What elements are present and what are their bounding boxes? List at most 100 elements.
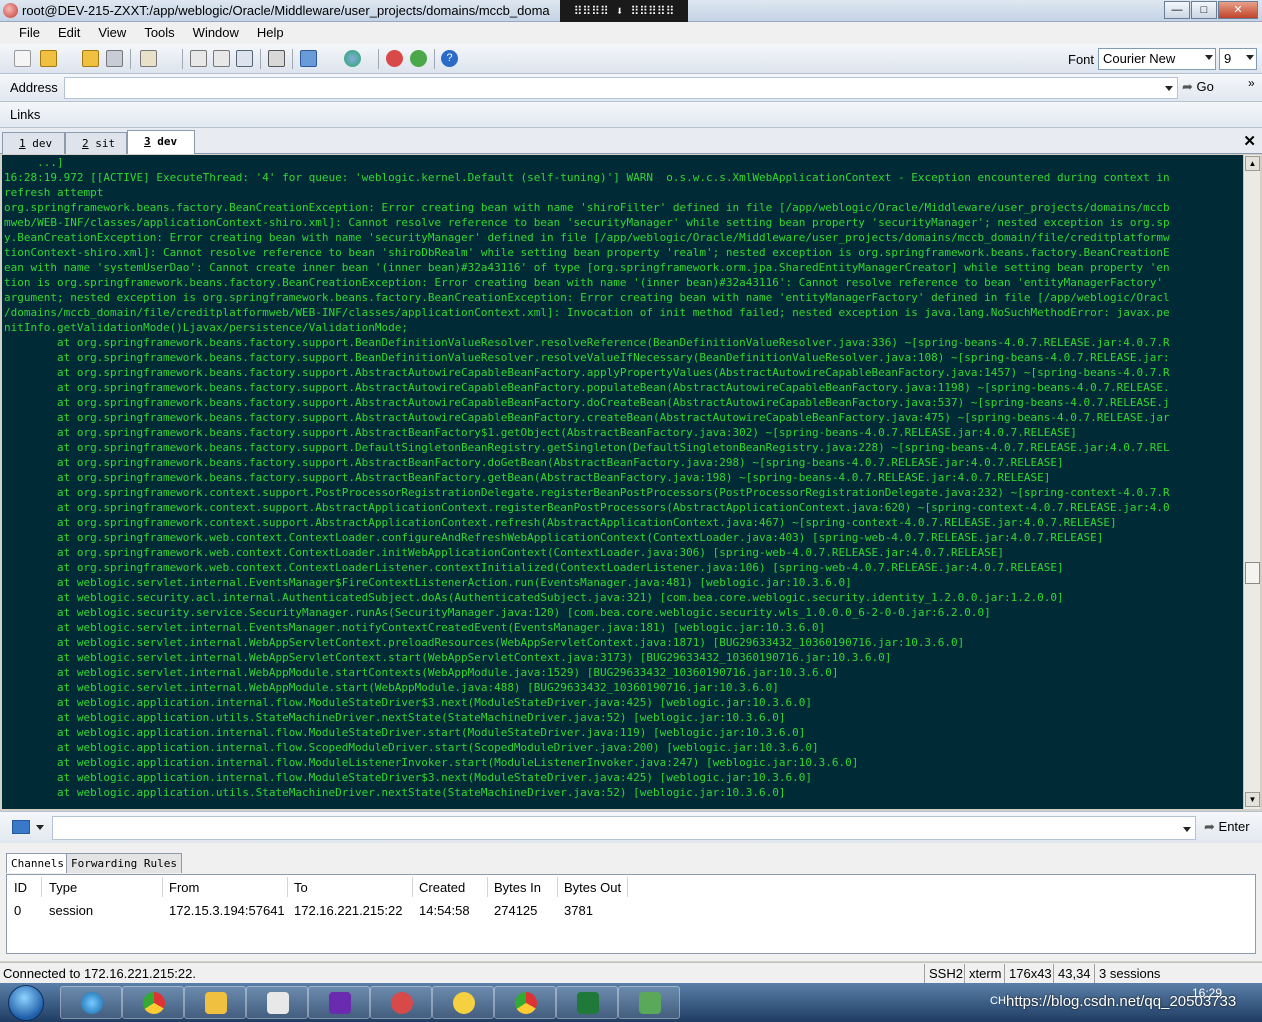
messenger-icon — [453, 992, 475, 1014]
tab-session-3[interactable]: 3 dev — [127, 130, 195, 154]
terminal-line: at org.springframework.beans.factory.sup… — [4, 411, 1170, 424]
open-folder-icon[interactable] — [40, 50, 57, 67]
chrome-icon — [143, 992, 165, 1014]
sftp-icon[interactable] — [386, 50, 403, 67]
folder-up-icon[interactable] — [82, 50, 99, 67]
session-transfer-indicator[interactable]: ⠿⠿⠿⠿ ⬇ ⠿⠿⠿⠿⠿ — [560, 0, 688, 22]
tab-session-2[interactable]: 2 sit — [65, 132, 127, 154]
column-header[interactable]: Bytes In — [494, 880, 541, 895]
properties-icon[interactable] — [140, 50, 157, 67]
terminal-line: at weblogic.application.internal.flow.Mo… — [4, 756, 859, 769]
taskbar-xshell[interactable] — [370, 986, 432, 1019]
toolbar-overflow-chevron[interactable]: » — [1248, 76, 1255, 90]
column-header[interactable]: Type — [49, 880, 77, 895]
menu-edit[interactable]: Edit — [49, 22, 89, 44]
font-size-select[interactable]: 9 — [1219, 48, 1257, 70]
chevron-down-icon[interactable] — [1165, 86, 1173, 91]
xftp-icon[interactable] — [410, 50, 427, 67]
font-size-value: 9 — [1224, 51, 1232, 66]
taskbar-app[interactable] — [618, 986, 680, 1019]
copy-icon[interactable] — [190, 50, 207, 67]
tab-session-1[interactable]: 1 dev — [2, 132, 65, 154]
cell-to: 172.16.221.215:22 — [294, 903, 403, 918]
menu-view[interactable]: View — [89, 22, 135, 44]
menu-tools[interactable]: Tools — [135, 22, 183, 44]
go-arrow-icon: ➦ — [1182, 79, 1193, 94]
font-family-select[interactable]: Courier New — [1098, 48, 1216, 70]
tab-label: sit — [95, 137, 116, 150]
start-button-icon[interactable] — [8, 985, 44, 1021]
app-icon — [639, 992, 661, 1014]
terminal-scrollbar[interactable]: ▲ ▼ — [1243, 155, 1260, 809]
column-header[interactable]: From — [169, 880, 199, 895]
taskbar-explorer[interactable] — [184, 986, 246, 1019]
scroll-down-icon[interactable]: ▼ — [1245, 792, 1260, 807]
terminal-line: at weblogic.servlet.internal.WebAppServl… — [4, 636, 965, 649]
scrollbar-thumb[interactable] — [1245, 562, 1260, 584]
help-icon[interactable]: ? — [441, 50, 458, 67]
terminal-line: at weblogic.servlet.internal.WebAppModul… — [4, 681, 779, 694]
refresh-icon[interactable] — [106, 50, 123, 67]
globe-icon[interactable] — [344, 50, 361, 67]
taskbar-chrome[interactable] — [122, 986, 184, 1019]
terminal-line: mweb/WEB-INF/classes/applicationContext-… — [4, 216, 1170, 229]
terminal-output[interactable]: ...] 16:28:19.972 [[ACTIVE] ExecuteThread… — [2, 155, 1243, 809]
terminal-line: at org.springframework.beans.factory.sup… — [4, 471, 1051, 484]
column-header[interactable]: Bytes Out — [564, 880, 621, 895]
taskbar-chrome-2[interactable] — [494, 986, 556, 1019]
taskbar-window[interactable] — [246, 986, 308, 1019]
address-bar: Address ➦ Go » — [0, 74, 1262, 102]
compose-mode-icon[interactable] — [12, 820, 30, 834]
terminal-line: at weblogic.security.acl.internal.Authen… — [4, 591, 1064, 604]
terminal-line: at org.springframework.context.support.P… — [4, 486, 1170, 499]
input-language-indicator[interactable]: CH — [990, 995, 1006, 1007]
address-input[interactable] — [64, 77, 1178, 99]
tab-forwarding-rules[interactable]: Forwarding Rules — [66, 853, 182, 873]
compose-input[interactable] — [52, 816, 1196, 840]
chevron-down-icon — [1246, 55, 1254, 60]
column-header[interactable]: ID — [14, 880, 27, 895]
terminal-line: at org.springframework.beans.factory.sup… — [4, 441, 1170, 454]
taskbar-messenger[interactable] — [432, 986, 494, 1019]
close-button[interactable]: ✕ — [1218, 1, 1258, 19]
go-button[interactable]: ➦ Go — [1182, 79, 1214, 95]
paste-icon[interactable] — [213, 50, 230, 67]
chevron-down-icon[interactable] — [36, 825, 44, 830]
terminal-line: at org.springframework.beans.factory.sup… — [4, 336, 1170, 349]
terminal-line: tionContext-shiro.xml]: Cannot resolve r… — [4, 246, 1170, 259]
enter-button[interactable]: ➦ Enter — [1204, 819, 1250, 835]
tab-label: dev — [157, 135, 178, 148]
maximize-button[interactable]: □ — [1191, 1, 1217, 19]
taskbar-excel[interactable] — [556, 986, 618, 1019]
menu-file[interactable]: File — [10, 22, 49, 44]
compose-bar: ➦ Enter — [0, 811, 1262, 843]
tab-channels[interactable]: Channels — [6, 853, 69, 873]
status-session-count: 3 sessions — [1094, 964, 1164, 983]
taskbar-clock[interactable]: 16:29 — [1192, 986, 1222, 1000]
taskbar-idea[interactable] — [308, 986, 370, 1019]
new-file-icon[interactable] — [14, 50, 31, 67]
print-icon[interactable] — [268, 50, 285, 67]
window-icon — [267, 992, 289, 1014]
taskbar-ie[interactable] — [60, 986, 122, 1019]
column-header[interactable]: To — [294, 880, 308, 895]
channels-pane: Channels Forwarding Rules ID Type From T… — [0, 843, 1262, 961]
terminal-line: at org.springframework.context.support.A… — [4, 516, 1117, 529]
folder-icon — [205, 992, 227, 1014]
find-icon[interactable] — [236, 50, 253, 67]
menu-help[interactable]: Help — [248, 22, 293, 44]
status-bar: Connected to 172.16.221.215:22. SSH2 xte… — [0, 962, 1262, 983]
minimize-button[interactable]: — — [1164, 1, 1190, 19]
chevron-down-icon[interactable] — [1183, 827, 1191, 832]
app-icon — [3, 3, 18, 18]
close-tab-icon[interactable]: ✕ — [1243, 132, 1256, 150]
terminal-line: refresh attempt — [4, 186, 104, 199]
session-tab-bar: 1 dev 2 sit 3 dev ✕ — [0, 128, 1262, 154]
cell-bytes-in: 274125 — [494, 903, 538, 918]
scroll-up-icon[interactable]: ▲ — [1245, 156, 1260, 171]
terminal-line: at org.springframework.web.context.Conte… — [4, 561, 1064, 574]
settings-icon[interactable] — [300, 50, 317, 67]
cell-id: 0 — [14, 903, 22, 918]
menu-window[interactable]: Window — [184, 22, 248, 44]
column-header[interactable]: Created — [419, 880, 465, 895]
